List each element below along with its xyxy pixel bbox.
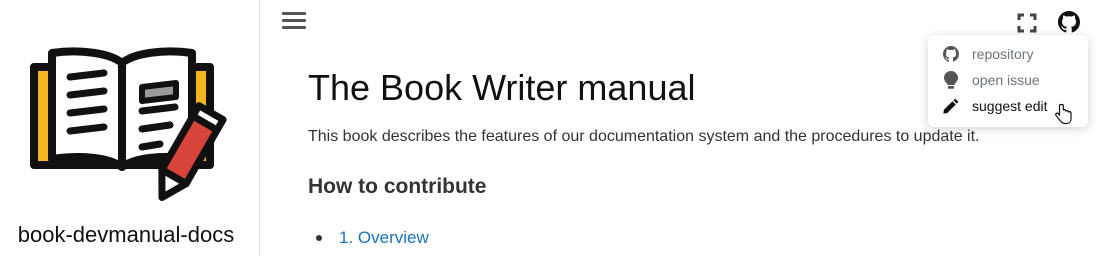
toc-list: 1. Overview [308, 228, 429, 248]
list-item: 1. Overview [308, 228, 429, 248]
dropdown-item-label: repository [972, 46, 1034, 62]
toc-link-overview[interactable]: 1. Overview [339, 228, 429, 248]
book-logo[interactable] [30, 45, 245, 210]
fullscreen-icon[interactable] [1017, 13, 1037, 33]
dropdown-item-label: open issue [972, 72, 1040, 88]
hamburger-icon[interactable] [282, 12, 306, 32]
page-description: This book describes the features of our … [308, 128, 980, 145]
dropdown-item-repository[interactable]: repository [928, 41, 1088, 67]
lightbulb-icon [942, 71, 960, 89]
hand-cursor-icon [1055, 103, 1073, 125]
dropdown-item-label: suggest edit [972, 98, 1048, 114]
site-title[interactable]: book-devmanual-docs [0, 222, 252, 248]
github-icon[interactable] [1058, 11, 1080, 33]
page-title: The Book Writer manual [308, 67, 696, 108]
bullet [316, 235, 322, 241]
section-title: How to contribute [308, 175, 487, 198]
book-pencil-icon [30, 47, 227, 201]
pencil-icon [942, 97, 960, 115]
github-icon [942, 45, 960, 63]
sidebar: book-devmanual-docs [0, 0, 260, 256]
dropdown-item-open-issue[interactable]: open issue [928, 67, 1088, 93]
